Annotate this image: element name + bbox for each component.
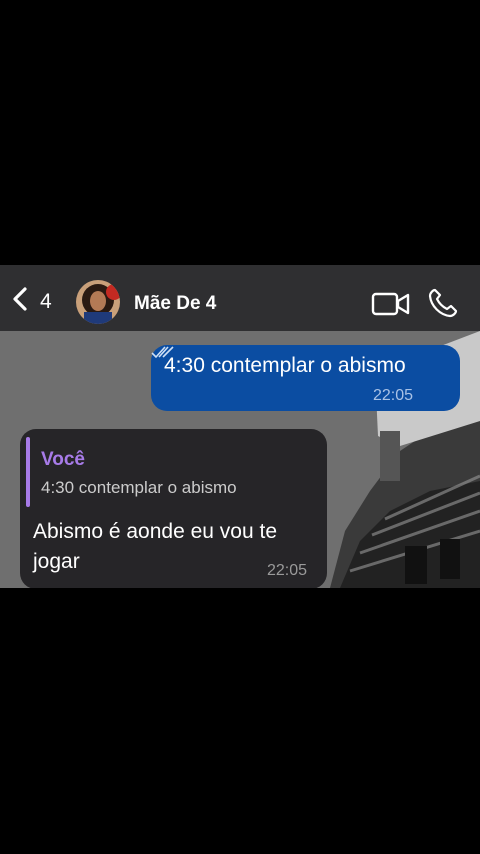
double-check-icon [151,346,174,359]
chevron-left-icon[interactable] [10,287,32,311]
avatar[interactable] [76,280,120,324]
message-text: 4:30 contemplar o abismo [164,354,406,377]
contact-name[interactable]: Mãe De 4 [134,293,216,315]
video-camera-icon[interactable] [371,291,411,317]
phone-icon[interactable] [427,287,459,319]
unread-count[interactable]: 4 [40,290,52,314]
message-time: 22:05 [373,387,414,404]
reply-quote-text[interactable]: 4:30 contemplar o abismo [41,478,237,498]
chat-screen: 4 Mãe De 4 4:30 contemplar o abismo 22:0… [0,265,480,588]
message-time: 22:05 [267,562,308,579]
chat-background: 4:30 contemplar o abismo 22:05 Você 4:30… [0,331,480,588]
chat-header: 4 Mãe De 4 [0,265,480,331]
outgoing-message[interactable]: 4:30 contemplar o abismo 22:05 [151,345,460,411]
reply-quote-bar [26,437,30,507]
reply-quote-author: Você [41,449,86,470]
incoming-message[interactable]: Você 4:30 contemplar o abismo Abismo é a… [20,429,327,588]
